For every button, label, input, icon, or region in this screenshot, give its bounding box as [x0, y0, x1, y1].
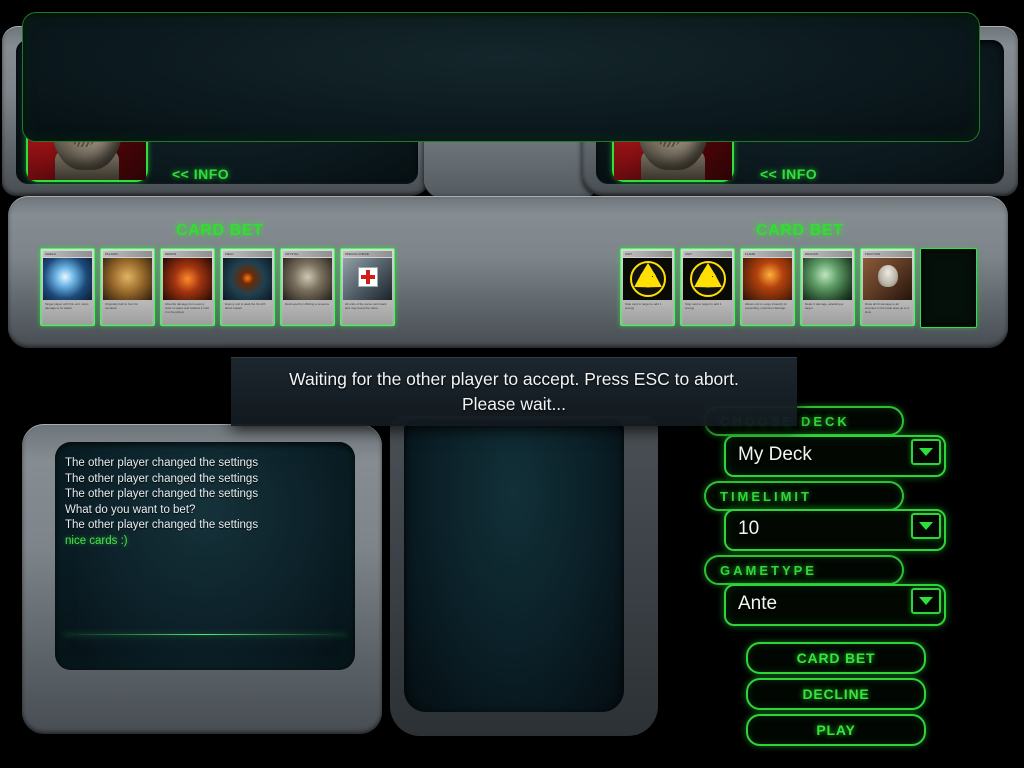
card[interactable]: PALADIN Originally built to hunt for vend… — [100, 248, 155, 326]
card[interactable]: SHIELD Target player with this unit, stop… — [40, 248, 95, 326]
card-text: Deals 2 damage, attacking a target — [803, 301, 852, 325]
gametype-label: GAMETYPE — [704, 555, 904, 585]
card[interactable]: FRACTION Draw all hit damage to all enemi… — [860, 248, 915, 326]
card-art — [803, 258, 852, 300]
timelimit-select[interactable]: 10 — [724, 509, 946, 551]
card[interactable]: SPECIAL FORCE All units of the same card … — [340, 248, 395, 326]
card-slot-empty[interactable] — [920, 248, 977, 328]
info-link-right[interactable]: << INFO — [760, 166, 817, 182]
card[interactable]: FLAME Allows unit to surge instantly for … — [740, 248, 795, 326]
card-bet-button[interactable]: CARD BET — [746, 642, 926, 674]
card-bet-label-right: CARD BET — [756, 222, 844, 239]
gametype-value: Ante — [738, 593, 778, 614]
card-bet-strip-inner — [22, 12, 980, 142]
timelimit-value: 10 — [738, 518, 760, 539]
timelimit-label: TIMELIMIT — [704, 481, 904, 511]
card-art — [103, 258, 152, 300]
card[interactable]: UNIT Stop card to target to add 1 energy — [620, 248, 675, 326]
chevron-down-icon[interactable] — [911, 439, 941, 465]
card-title: SPECIAL FORCE — [343, 251, 392, 257]
card[interactable]: CRYSTAL Destroyed by inflicting a resourc… — [280, 248, 335, 326]
card-bet-label-left: CARD BET — [176, 222, 264, 239]
card-text: Destroyed by inflicting a resource — [283, 301, 332, 325]
card[interactable]: DRAGON Deals 2 damage, attacking a target — [800, 248, 855, 326]
card-art — [283, 258, 332, 300]
card-title: PALADIN — [103, 251, 152, 257]
card-art — [43, 258, 92, 300]
card-title: DEMON — [163, 251, 212, 257]
card-title: FLAME — [743, 251, 792, 257]
card-title: FRACTION — [863, 251, 912, 257]
card-title: CRYSTAL — [283, 251, 332, 257]
card[interactable]: UNIT Stop card to target to add 1 energy — [680, 248, 735, 326]
chevron-down-icon[interactable] — [911, 588, 941, 614]
modal-line-1: Waiting for the other player to accept. … — [289, 369, 739, 389]
choose-deck-select[interactable]: My Deck — [724, 435, 946, 477]
card-art — [863, 258, 912, 300]
chat-message: The other player changed the settings — [65, 457, 259, 469]
decline-button[interactable]: DECLINE — [746, 678, 926, 710]
play-button[interactable]: PLAY — [746, 714, 926, 746]
card-art — [223, 258, 272, 300]
center-panel-inset — [404, 420, 624, 712]
card-row-left: SHIELD Target player with this unit, stop… — [40, 248, 395, 326]
card[interactable]: DEMON Absorbs damage from enemy units in … — [160, 248, 215, 326]
radiation-icon — [623, 258, 672, 300]
chat-message: The other player changed the settings — [65, 472, 259, 485]
card-art — [163, 258, 212, 300]
chevron-down-icon[interactable] — [911, 513, 941, 539]
waiting-modal: Waiting for the other player to accept. … — [231, 357, 797, 426]
card-title: SHIELD — [43, 251, 92, 257]
choose-deck-value: My Deck — [738, 444, 812, 465]
chat-message: The other player changed the settings — [65, 488, 259, 500]
game-screen: << INFO VS << INFO SPECTATORS CARD BET C… — [0, 0, 1024, 768]
radiation-icon — [683, 258, 732, 300]
card-title: FIELD — [223, 251, 272, 257]
card-text: Enemy unit is dealt the hit with direct … — [223, 301, 272, 325]
card-text: Originally built to hunt for vendetta — [103, 301, 152, 325]
card-row-right: UNIT Stop card to target to add 1 energy U… — [620, 248, 977, 328]
card-text: Stop card to target to add 1 energy — [683, 301, 732, 325]
card-text: Absorbs damage from enemy units in space… — [163, 301, 212, 325]
card-title: UNIT — [683, 251, 732, 257]
chat-log[interactable]: The other player changed the settings The… — [55, 442, 355, 670]
card-text: Target player with this unit, stops dama… — [43, 301, 92, 325]
card[interactable]: FIELD Enemy unit is dealt the hit with di… — [220, 248, 275, 326]
card-text: Draw all hit damage to all enemies in th… — [863, 301, 912, 325]
card-title: UNIT — [623, 251, 672, 257]
chat-message: What do you want to bet? — [65, 503, 196, 516]
chat-input-divider — [64, 634, 346, 635]
card-text: All units of the same card stack and may… — [343, 301, 392, 325]
chat-message: The other player changed the settings — [65, 519, 259, 531]
modal-line-2: Please wait... — [461, 394, 567, 414]
gametype-select[interactable]: Ante — [724, 584, 946, 626]
card-text: Allows unit to surge instantly for expen… — [743, 301, 792, 325]
card-title: DRAGON — [803, 251, 852, 257]
info-link-left[interactable]: << INFO — [172, 166, 229, 182]
chat-message: nice cards :) — [65, 534, 128, 547]
card-art — [343, 258, 392, 300]
card-text: Stop card to target to add 1 energy — [623, 301, 672, 325]
card-art — [743, 258, 792, 300]
